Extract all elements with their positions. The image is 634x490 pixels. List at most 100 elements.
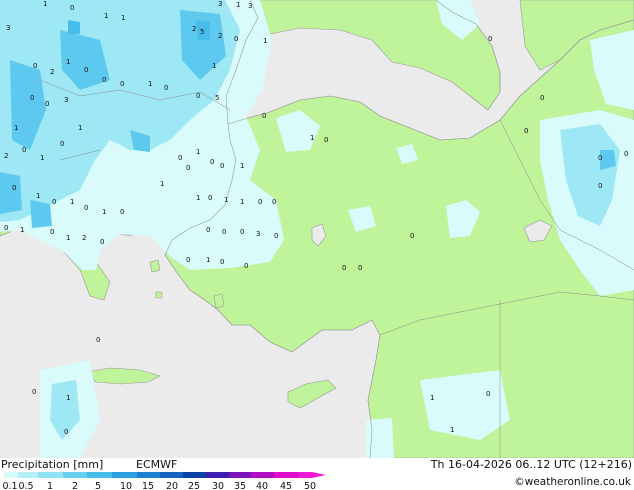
map-value-label: 0 [102,76,106,84]
map-value-label: 0 [222,228,226,236]
map-value-label: 0 [598,182,602,190]
legend-tick-label: 1 [46,481,54,490]
map-value-label: 3 [64,96,68,104]
legend-tick-label: 0.5 [18,481,34,490]
legend-tick-label: 50 [303,481,317,490]
model-name: ECMWF [136,458,178,471]
legend-panel: Precipitation [mm] ECMWF Th 16-04-2026 0… [0,458,634,490]
map-value-label: 1 [121,14,125,22]
map-value-label: 1 [430,394,434,402]
map-value-label: 0 [262,112,266,120]
map-value-label: 0 [540,94,544,102]
map-value-label: 0 [45,100,49,108]
map-value-label: 1 [40,154,44,162]
map-value-label: 3 [248,2,252,10]
map-value-label: 2 [218,32,222,40]
map-value-label: 1 [104,12,108,20]
map-value-label: 0 [64,428,68,436]
map-value-label: 1 [263,37,267,45]
map-value-label: 1 [66,58,70,66]
legend-arrow-tip [312,472,326,478]
legend-swatch [298,472,312,478]
map-value-label: 0 [272,198,276,206]
legend-tick-label: 2 [71,481,79,490]
map-value-label: 0 [52,198,56,206]
map-value-label: 1 [20,226,24,234]
precipitation-map: 31 01 1223 1 350 102100 0 1 010 500 3101012010 10 1 0… [0,0,634,458]
legend-swatch [18,472,38,478]
map-value-label: 0 [524,127,528,135]
map-value-label: 1 [78,124,82,132]
legend-tick-label: 15 [141,481,155,490]
land-naxos [149,259,161,273]
map-value-label: 0 [120,80,124,88]
chart-title: Precipitation [mm] [1,458,104,471]
legend-swatch [160,472,183,478]
map-value-label: 1 [36,192,40,200]
map-value-label: 0 [120,208,124,216]
map-value-label: 0 [208,194,212,202]
map-value-label: 0 [358,264,362,272]
map-value-label: 0 [84,66,88,74]
map-value-label: 0 [186,164,190,172]
map-value-label: 1 [236,1,240,9]
map-value-label: 0 [324,136,328,144]
rain-cell-5 [0,172,22,214]
map-value-label: 0 [4,224,8,232]
map-value-label: 1 [450,426,454,434]
legend-tick-label: 5 [94,481,102,490]
legend-color-scale [4,472,330,478]
legend-tick-label: 35 [233,481,247,490]
land-rhodes [213,293,225,309]
land-santorini [155,291,163,299]
precipitation-map-screen: 3101122313501021000101050031010120101010… [0,0,634,490]
map-value-label: 0 [624,150,628,158]
legend-swatch [86,472,112,478]
rain-cell-7 [68,20,80,34]
map-value-label: 1 [212,62,216,70]
map-value-label: 0 [486,390,490,398]
map-value-label: 0 [258,198,262,206]
legend-swatch [112,472,137,478]
map-value-label: 1 [310,134,314,142]
map-value-label: 1 [14,124,18,132]
legend-swatch [137,472,160,478]
legend-swatch [183,472,206,478]
legend-tick-label: 20 [165,481,179,490]
valid-time: Th 16-04-2026 06..12 UTC (12+216) [430,458,632,471]
map-value-label: 1 [196,148,200,156]
map-value-label: 3 [218,0,222,8]
map-value-label: 1 [206,256,210,264]
legend-tick-label: 40 [255,481,269,490]
map-value-label: 1 [160,180,164,188]
map-value-label: 2 [192,25,196,33]
map-value-label: 0 [342,264,346,272]
legend-tick-label: 25 [187,481,201,490]
map-value-label: 0 [220,162,224,170]
credit-text[interactable]: ©weatheronline.co.uk [514,476,631,488]
map-value-label: 0 [196,92,200,100]
map-value-label: 0 [186,256,190,264]
map-value-label: 3 [6,24,10,32]
map-value-label: 1 [66,394,70,402]
map-value-label: 1 [70,198,74,206]
map-value-label: 0 [100,238,104,246]
map-value-label: 0 [244,262,248,270]
map-value-label: 0 [598,154,602,162]
map-value-label: 1 [240,162,244,170]
map-value-label: 0 [70,4,74,12]
map-value-label: 1 [224,196,228,204]
legend-tick-label: 30 [211,481,225,490]
map-value-label: 0 [30,94,34,102]
map-value-label: 2 [4,152,8,160]
map-value-label: 0 [210,158,214,166]
map-value-label: 1 [240,198,244,206]
map-value-label: 0 [33,62,37,70]
map-value-label: 0 [96,336,100,344]
map-value-label: 0 [234,35,238,43]
map-value-label: 0 [488,35,492,43]
map-value-label: 0 [274,232,278,240]
map-value-label: 0 [410,232,414,240]
legend-tick-label: 0.1 [2,481,18,490]
map-value-label: 3 [256,230,260,238]
